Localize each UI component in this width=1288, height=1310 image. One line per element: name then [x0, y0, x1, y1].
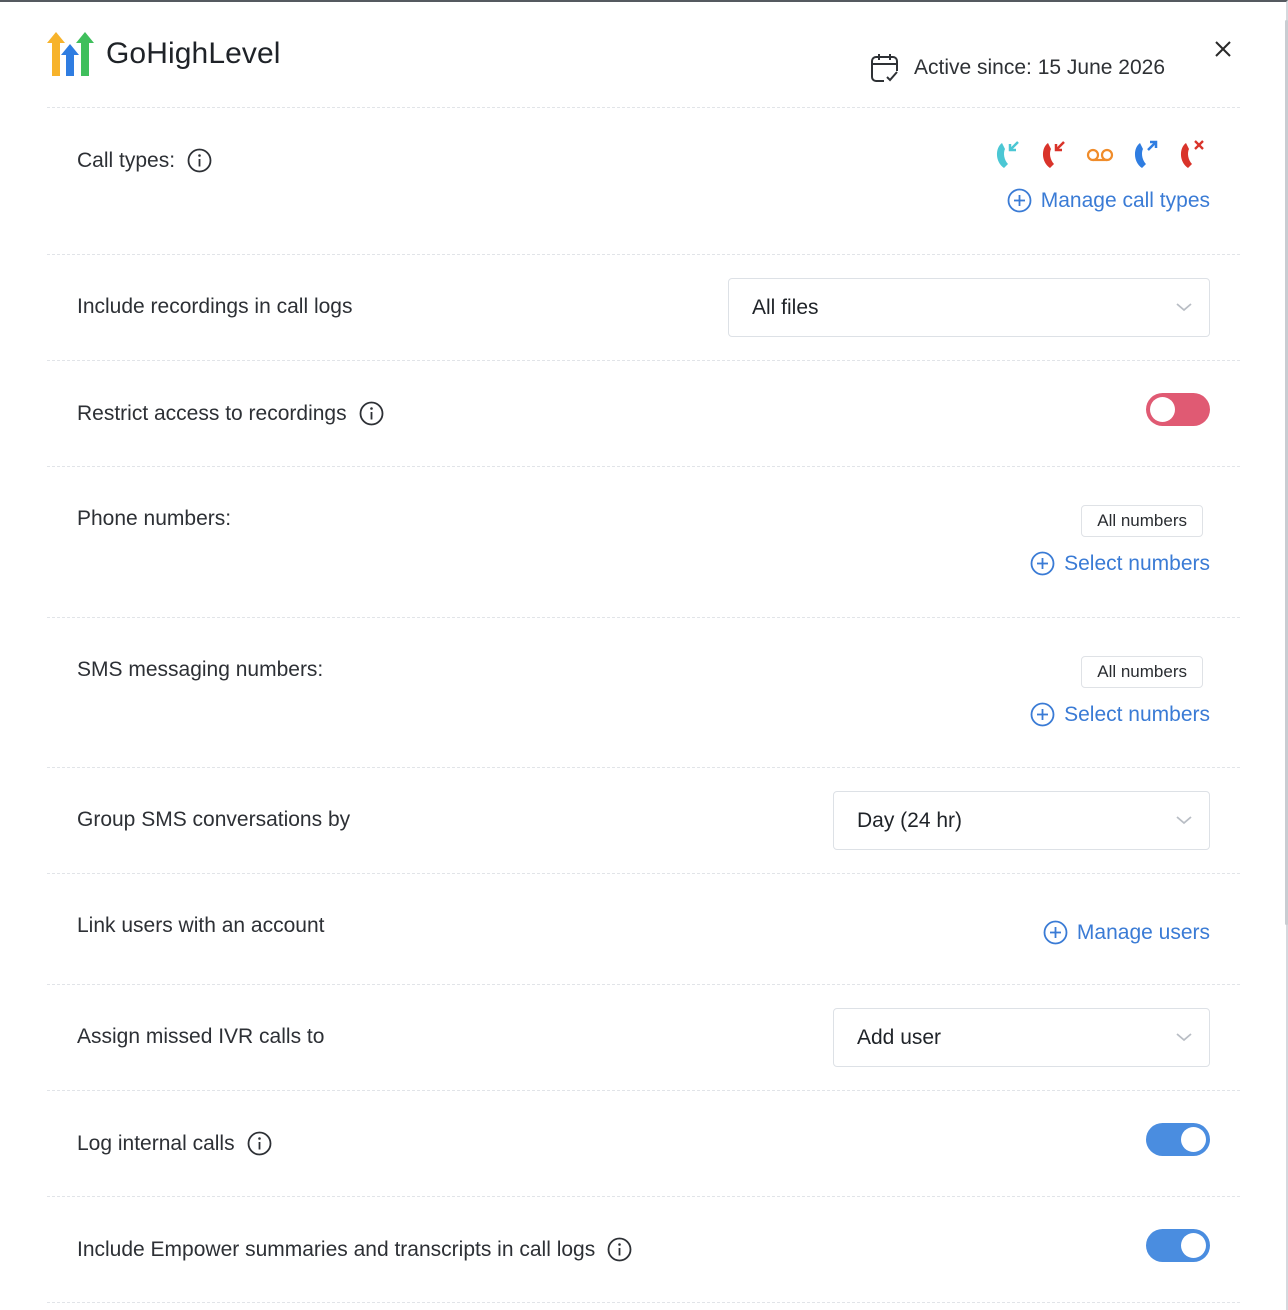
- select-phone-numbers-text: Select numbers: [1064, 551, 1210, 575]
- recordings-select[interactable]: All files: [728, 278, 1210, 337]
- call-type-icons: [990, 138, 1210, 172]
- outgoing-call-icon[interactable]: [1128, 138, 1164, 172]
- brand-logo: GoHighLevel: [47, 32, 281, 76]
- info-icon[interactable]: [187, 148, 212, 173]
- sms-numbers-pill[interactable]: All numbers: [1081, 656, 1203, 688]
- restrict-recordings-label: Restrict access to recordings: [77, 401, 384, 426]
- calendar-check-icon: [871, 54, 900, 84]
- restrict-recordings-row: Restrict access to recordings: [47, 361, 1240, 467]
- select-sms-numbers-link[interactable]: Select numbers: [1030, 702, 1210, 727]
- add-circle-icon: [1007, 188, 1032, 213]
- recordings-label: Include recordings in call logs: [77, 295, 353, 318]
- incoming-call-icon[interactable]: [990, 138, 1026, 172]
- empower-row: Include Empower summaries and transcript…: [47, 1197, 1240, 1303]
- restrict-recordings-label-text: Restrict access to recordings: [77, 401, 347, 425]
- chevron-down-icon: [1176, 1033, 1192, 1042]
- toggle-knob: [1181, 1233, 1206, 1258]
- chevron-down-icon: [1176, 303, 1192, 312]
- select-sms-numbers-text: Select numbers: [1064, 702, 1210, 726]
- phone-numbers-controls: All numbers Select numbers: [1030, 505, 1210, 576]
- phone-numbers-pill[interactable]: All numbers: [1081, 505, 1203, 537]
- add-circle-icon: [1030, 551, 1055, 576]
- link-users-controls: Manage users: [1043, 920, 1210, 945]
- chevron-down-icon: [1176, 816, 1192, 825]
- gohighlevel-logo-icon: [47, 32, 94, 76]
- voicemail-icon[interactable]: [1082, 138, 1118, 172]
- phone-numbers-row: Phone numbers: All numbers Select number…: [47, 467, 1240, 618]
- rejected-call-icon[interactable]: [1174, 138, 1210, 172]
- manage-users-link[interactable]: Manage users: [1043, 920, 1210, 945]
- sms-numbers-controls: All numbers Select numbers: [1030, 656, 1210, 727]
- manage-call-types-link[interactable]: Manage call types: [990, 188, 1210, 213]
- manage-call-types-text: Manage call types: [1040, 188, 1210, 212]
- group-sms-label: Group SMS conversations by: [77, 808, 351, 831]
- ivr-label: Assign missed IVR calls to: [77, 1025, 325, 1048]
- modal-header: GoHighLevel Active since: 15 June 2026: [47, 30, 1240, 108]
- recordings-select-value: All files: [752, 295, 819, 319]
- active-since: Active since: 15 June 2026: [870, 52, 1165, 84]
- internal-calls-toggle[interactable]: [1146, 1123, 1210, 1156]
- ivr-select-value: Add user: [857, 1025, 942, 1049]
- group-sms-row: Group SMS conversations by Day (24 hr): [47, 768, 1240, 874]
- link-users-label: Link users with an account: [77, 914, 325, 937]
- toggle-knob: [1181, 1127, 1206, 1152]
- info-icon[interactable]: [359, 401, 384, 426]
- missed-call-icon[interactable]: [1036, 138, 1072, 172]
- recordings-row: Include recordings in call logs All file…: [47, 255, 1240, 361]
- empower-label-text: Include Empower summaries and transcript…: [77, 1237, 596, 1261]
- call-types-row: Call types: Manage call types: [47, 108, 1240, 255]
- empower-label: Include Empower summaries and transcript…: [77, 1237, 632, 1262]
- call-types-controls: Manage call types: [990, 138, 1210, 213]
- add-circle-icon: [1030, 702, 1055, 727]
- empower-toggle[interactable]: [1146, 1229, 1210, 1262]
- sms-numbers-label: SMS messaging numbers:: [77, 658, 324, 681]
- call-types-label-text: Call types:: [77, 148, 176, 172]
- link-users-row: Link users with an account Manage users: [47, 874, 1240, 985]
- group-sms-select[interactable]: Day (24 hr): [833, 791, 1210, 850]
- info-icon[interactable]: [247, 1131, 272, 1156]
- group-sms-select-value: Day (24 hr): [857, 808, 963, 832]
- ivr-row: Assign missed IVR calls to Add user: [47, 985, 1240, 1091]
- close-icon[interactable]: [1212, 38, 1234, 60]
- info-icon[interactable]: [607, 1237, 632, 1262]
- internal-calls-label-text: Log internal calls: [77, 1131, 235, 1155]
- ivr-user-select[interactable]: Add user: [833, 1008, 1210, 1067]
- select-phone-numbers-link[interactable]: Select numbers: [1030, 551, 1210, 576]
- phone-numbers-label: Phone numbers:: [77, 507, 232, 530]
- internal-calls-label: Log internal calls: [77, 1131, 272, 1156]
- add-circle-icon: [1043, 920, 1068, 945]
- internal-calls-row: Log internal calls: [47, 1091, 1240, 1197]
- manage-users-text: Manage users: [1076, 920, 1210, 944]
- toggle-knob: [1150, 397, 1175, 422]
- call-types-label: Call types:: [77, 148, 212, 173]
- active-since-text: Active since: 15 June 2026: [914, 56, 1165, 79]
- restrict-recordings-toggle[interactable]: [1146, 393, 1210, 426]
- brand-name: GoHighLevel: [106, 37, 281, 70]
- sms-numbers-row: SMS messaging numbers: All numbers Selec…: [47, 618, 1240, 768]
